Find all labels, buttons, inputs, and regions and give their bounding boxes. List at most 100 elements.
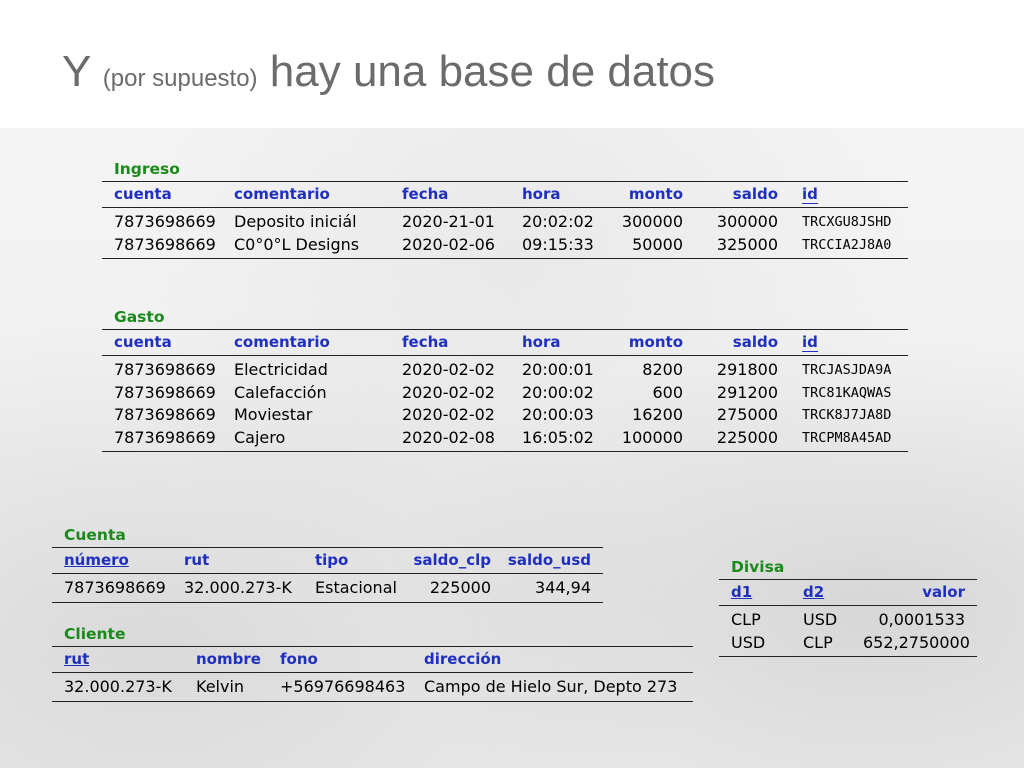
- table-caption: Cuenta: [64, 526, 126, 544]
- column-header-label: id: [802, 333, 818, 352]
- table-cell: 20:02:02: [522, 212, 594, 231]
- column-header-label: hora: [522, 333, 561, 351]
- table-row: 32.000.273-K Kelvin +56976698463 Campo de H…: [52, 676, 693, 699]
- column-header-label: monto: [628, 185, 683, 203]
- table-cell: TRCCIA2J8A0: [802, 236, 892, 253]
- table-body: CLP USD 0,0001533 USD CLP 652,2750000: [719, 606, 977, 656]
- table-cell: 2020-02-06: [402, 234, 495, 254]
- column-header: monto: [600, 182, 695, 207]
- column-header-label: d2: [803, 583, 825, 601]
- column-header-label: cuenta: [114, 185, 172, 203]
- header-row: rut nombre fono dirección: [52, 647, 693, 672]
- table-cell: 225000: [429, 578, 491, 597]
- table-cell: 32.000.273-K: [184, 578, 292, 597]
- table-cell: 600: [652, 382, 683, 402]
- table-cell: 2020-21-01: [402, 212, 495, 231]
- column-header-label: tipo: [315, 551, 349, 569]
- table-cell: 344,94: [535, 578, 591, 597]
- column-header: d2: [791, 580, 863, 605]
- table-cell: Deposito iniciál: [234, 212, 357, 231]
- column-header: id: [790, 330, 908, 355]
- table-cell: 7873698669: [114, 405, 216, 424]
- column-header: dirección: [412, 647, 693, 672]
- column-header-label: dirección: [424, 650, 502, 668]
- table-cell: 20:00:02: [522, 382, 594, 402]
- table-row: USD CLP 652,2750000: [719, 632, 977, 655]
- table-row: 7873698669 Deposito iniciál 2020-21-01 20:0…: [102, 211, 908, 234]
- column-header: d1: [719, 580, 791, 605]
- table-caption: Cliente: [64, 625, 126, 643]
- table-cell: 0,0001533: [878, 610, 965, 629]
- table-cell: 7873698669: [114, 427, 216, 447]
- column-header: monto: [600, 330, 695, 355]
- column-header-label: fono: [280, 650, 318, 668]
- table-cell: Electricidad: [234, 360, 328, 379]
- header-row: número rut tipo saldo_clp saldo_usd: [52, 548, 603, 573]
- column-header: saldo_usd: [503, 548, 603, 573]
- column-header: hora: [510, 182, 600, 207]
- column-header: nombre: [184, 647, 268, 672]
- column-header-label: fecha: [402, 185, 449, 203]
- table-cell: 7873698669: [64, 578, 166, 597]
- table-cell: 2020-02-02: [402, 382, 495, 402]
- column-header: id: [790, 182, 908, 207]
- table-cell: 225000: [716, 427, 778, 447]
- table-cell: TRCK8J7JA8D: [802, 407, 892, 423]
- table-row: 7873698669 32.000.273-K Estacional 225000 34…: [52, 577, 603, 600]
- title-parenthetical: (por supuesto): [102, 65, 258, 92]
- bottom-rule: [719, 656, 977, 657]
- table-body: 7873698669 Electricidad 2020-02-02 20:00:01…: [102, 356, 908, 451]
- table-row: 7873698669 C0°0°L Designs 2020-02-06 09:15:…: [102, 234, 908, 257]
- table-cell: 300000: [716, 212, 778, 231]
- table-body: 32.000.273-K Kelvin +56976698463 Campo de H…: [52, 673, 693, 701]
- table-cell: 7873698669: [114, 234, 216, 254]
- ingreso-table: Ingreso cuenta comentario fecha hora monto sa…: [102, 157, 908, 259]
- table-cell: 291200: [716, 382, 778, 402]
- bottom-rule: [52, 700, 693, 702]
- table-row: 7873698669 Electricidad 2020-02-02 20:00:01…: [102, 359, 908, 382]
- column-header-label: saldo: [732, 333, 778, 351]
- table-cell: Calefacción: [234, 382, 327, 402]
- column-header: cuenta: [102, 330, 222, 355]
- table-caption: Ingreso: [114, 160, 180, 178]
- column-header-label: id: [802, 185, 818, 204]
- header-row: cuenta comentario fecha hora monto saldo id: [102, 182, 908, 207]
- column-header: saldo: [695, 182, 790, 207]
- column-header-label: valor: [922, 583, 965, 601]
- table-row: 7873698669 Cajero 2020-02-08 16:05:02 100000…: [102, 427, 908, 450]
- column-header: fecha: [390, 330, 510, 355]
- table-cell: 7873698669: [114, 212, 216, 231]
- table-cell: 2020-02-02: [402, 405, 495, 424]
- column-header-label: saldo_clp: [413, 551, 491, 569]
- table-cell: 20:00:03: [522, 405, 594, 424]
- table-row: 7873698669 Moviestar 2020-02-02 20:00:03 162…: [102, 404, 908, 427]
- table-row: 7873698669 Calefacción 2020-02-02 20:00:02 6…: [102, 382, 908, 405]
- column-header-label: número: [64, 551, 129, 569]
- title-main: hay una base de datos: [269, 47, 716, 96]
- table-cell: USD: [731, 632, 766, 652]
- table-caption: Gasto: [114, 308, 165, 326]
- table-cell: 275000: [716, 405, 778, 424]
- table-cell: 325000: [716, 234, 778, 254]
- table-cell: Kelvin: [196, 677, 245, 696]
- table-body: 7873698669 Deposito iniciál 2020-21-01 20:0…: [102, 208, 908, 258]
- table-cell: 32.000.273-K: [64, 677, 172, 696]
- column-header-label: rut: [64, 650, 90, 668]
- header-row: cuenta comentario fecha hora monto saldo id: [102, 330, 908, 355]
- column-header-label: nombre: [196, 650, 261, 668]
- table-cell: 09:15:33: [522, 234, 594, 254]
- column-header: valor: [863, 580, 977, 605]
- cliente-table: Cliente rut nombre fono dirección 32.000.27…: [52, 622, 693, 702]
- column-header-label: fecha: [402, 333, 449, 351]
- column-header: saldo_clp: [407, 548, 503, 573]
- column-header-label: monto: [628, 333, 683, 351]
- bottom-rule: [102, 451, 908, 452]
- table-cell: Moviestar: [234, 405, 313, 424]
- column-header-label: comentario: [234, 333, 330, 351]
- table-cell: 7873698669: [114, 360, 216, 379]
- table-cell: 300000: [621, 212, 683, 231]
- column-header-label: rut: [184, 551, 210, 569]
- column-header: número: [52, 548, 172, 573]
- table-cell: 20:00:01: [522, 360, 594, 379]
- table-cell: 16200: [632, 405, 683, 424]
